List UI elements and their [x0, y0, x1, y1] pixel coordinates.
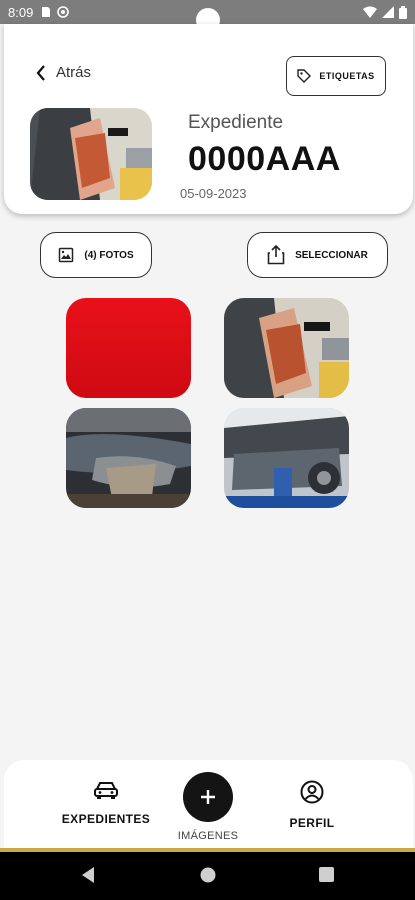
user-circle-icon	[300, 780, 324, 804]
wifi-icon	[363, 6, 377, 18]
recents-square-icon[interactable]	[318, 866, 335, 883]
expediente-thumbnail[interactable]	[30, 108, 152, 200]
add-image-button[interactable]	[183, 772, 233, 822]
image-icon	[59, 247, 74, 263]
nav-profile[interactable]: PERFIL	[272, 780, 352, 830]
photo-tile[interactable]	[224, 298, 349, 398]
door-interior-image	[224, 298, 349, 398]
plus-icon	[201, 790, 215, 804]
photos-label: (4) FOTOS	[84, 249, 134, 261]
front-damage-image	[66, 408, 191, 508]
back-button[interactable]: Atrás	[36, 64, 91, 81]
tag-icon	[297, 69, 312, 83]
home-circle-icon[interactable]	[199, 866, 217, 884]
status-time: 8:09	[8, 4, 34, 20]
photo-tile[interactable]	[224, 408, 349, 508]
system-nav-bar	[0, 852, 415, 900]
select-label: SELECCIONAR	[295, 249, 368, 261]
nav-expedientes-label: EXPEDIENTES	[61, 812, 151, 826]
battery-icon	[399, 5, 407, 19]
nav-images-label: IMÁGENES	[177, 830, 239, 842]
nav-profile-label: PERFIL	[289, 816, 335, 830]
photo-tile[interactable]	[66, 408, 191, 508]
signal-icon	[382, 6, 394, 18]
expediente-label: Expediente	[188, 112, 284, 133]
tags-label: ETIQUETAS	[319, 71, 375, 81]
chevron-left-icon	[36, 64, 45, 81]
at-icon	[57, 6, 70, 18]
select-button[interactable]: SELECCIONAR	[247, 232, 388, 278]
back-label: Atrás	[56, 64, 92, 81]
sim-icon	[42, 7, 51, 17]
photo-tile[interactable]	[66, 298, 191, 398]
car-door-image	[30, 108, 152, 200]
car-icon	[94, 782, 118, 799]
expediente-date: 05-09-2023	[180, 186, 247, 201]
back-triangle-icon[interactable]	[80, 866, 96, 884]
photos-button[interactable]: (4) FOTOS	[40, 232, 152, 278]
nav-expedientes[interactable]: EXPEDIENTES	[56, 780, 156, 826]
engine-bay-image	[224, 408, 349, 508]
tags-button[interactable]: ETIQUETAS	[286, 56, 386, 96]
share-icon	[267, 245, 285, 265]
expediente-code: 0000AAA	[188, 140, 341, 178]
